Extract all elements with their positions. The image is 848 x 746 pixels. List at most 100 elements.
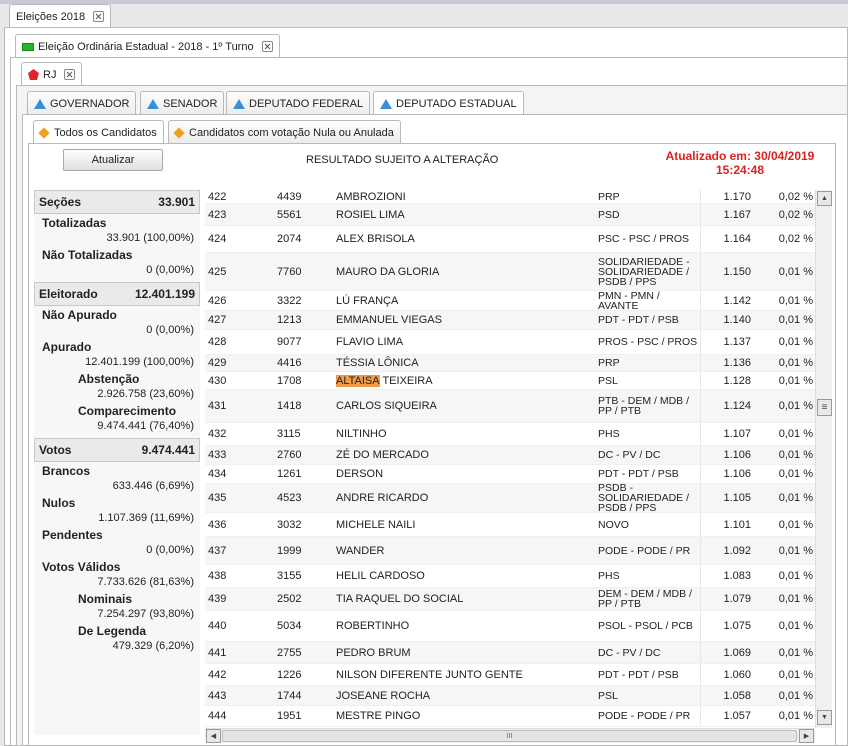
nao-apurado-value: 0 (0,00%)	[146, 324, 194, 336]
table-row[interactable]: 440 5034 ROBERTINHO PSOL - PSOL / PCB 1.075 0…	[205, 611, 815, 642]
tab-senador[interactable]: SENADOR	[140, 91, 225, 115]
candidate-votes: 1.150	[700, 253, 754, 290]
table-row[interactable]: 425 7760 MAURO DA GLORIA SOLIDARIEDADE - SO…	[205, 253, 815, 291]
candidate-votes: 1.137	[700, 330, 754, 354]
candidate-votes: 1.142	[700, 291, 754, 310]
totalizadas-value: 33.901 (100,00%)	[106, 232, 194, 244]
candidate-position: 428	[208, 336, 227, 348]
table-row[interactable]: 429 4416 TÉSSIA LÔNICA PRP 1.136 0,01 %	[205, 355, 815, 372]
table-row[interactable]: 428 9077 FLAVIO LIMA PROS - PSC / PROS 1.137…	[205, 330, 815, 355]
candidate-name: ANDRE RICARDO	[336, 492, 429, 504]
triangle-icon	[380, 98, 392, 109]
eleitorado-value: 12.401.199	[134, 287, 195, 301]
tab-deputado-estadual[interactable]: DEPUTADO ESTADUAL	[373, 91, 524, 115]
candidate-name: TIA RAQUEL DO SOCIAL	[336, 593, 464, 605]
table-row[interactable]: 435 4523 ANDRE RICARDO PSDB - SOLIDARIEDADE…	[205, 483, 815, 513]
candidate-position: 439	[208, 593, 227, 605]
candidate-name: NILSON DIFERENTE JUNTO GENTE	[336, 668, 523, 681]
table-row[interactable]: 430 1708 ALTAISA TEIXEIRA PSL 1.128 0,01 %	[205, 372, 815, 390]
candidate-percent: 0,01 %	[778, 314, 813, 326]
candidate-position: 444	[208, 710, 227, 722]
candidate-number: 9077	[277, 336, 302, 348]
table-row[interactable]: 432 3115 NILTINHO PHS 1.107 0,01 %	[205, 423, 815, 446]
candidate-name: ROBERTINHO	[336, 620, 410, 632]
horizontal-scroll-thumb[interactable]: III	[222, 730, 797, 742]
candidate-name: TÉSSIA LÔNICA	[336, 357, 419, 369]
candidate-percent: 0,01 %	[778, 294, 813, 307]
table-row[interactable]: 427 1213 EMMANUEL VIEGAS PDT - PDT / PSB 1.1…	[205, 311, 815, 330]
scroll-right-icon[interactable]: ▶	[799, 729, 814, 743]
candidate-number: 1951	[277, 710, 302, 722]
updated-time: 15:24:48	[715, 163, 765, 177]
table-row[interactable]: 438 3155 HELIL CARDOSO PHS 1.083 0,01 %	[205, 565, 815, 588]
close-icon[interactable]	[64, 69, 76, 80]
candidate-percent: 0,01 %	[778, 336, 813, 348]
candidate-votes: 1.106	[700, 465, 754, 483]
candidate-percent: 0,01 %	[778, 518, 813, 531]
candidate-name: FLAVIO LIMA	[336, 336, 404, 348]
scroll-thumb[interactable]: ≡	[817, 399, 832, 416]
table-row[interactable]: 436 3032 MICHELE NAILI NOVO 1.101 0,01 %	[205, 513, 815, 537]
tab-todos-candidatos[interactable]: Todos os Candidatos	[33, 120, 164, 144]
table-row[interactable]: 442 1226 NILSON DIFERENTE JUNTO GENTE PDT -…	[205, 664, 815, 686]
window-top-strip	[0, 0, 848, 4]
candidate-number: 1213	[277, 314, 302, 326]
table-row[interactable]: 426 3322 LÚ FRANÇA PMN - PMN / AVANTE 1.142 0…	[205, 290, 815, 311]
tab-eleicoes-2018[interactable]: Eleições 2018	[9, 4, 112, 28]
pendentes-label: Pendentes	[42, 528, 103, 542]
totalizadas-label: Totalizadas	[42, 216, 107, 230]
refresh-button[interactable]: Atualizar	[63, 149, 163, 171]
table-row[interactable]: 439 2502 TIA RAQUEL DO SOCIAL DEM - DEM / M…	[205, 588, 815, 611]
tab-election[interactable]: Eleição Ordinária Estadual - 2018 - 1º T…	[15, 34, 280, 58]
results-grid[interactable]: 422 4439 AMBROZIONI PRP 1.170 0,02 % 423 5561 RO…	[205, 190, 815, 728]
candidate-party: PDT - PDT / PSB	[598, 314, 679, 326]
table-row[interactable]: 444 1951 MESTRE PINGO PODE - PODE / PR 1.057…	[205, 706, 815, 727]
table-row[interactable]: 437 1999 WANDER PODE - PODE / PR 1.092 0,01 %	[205, 537, 815, 565]
candidate-party: PRP	[598, 190, 620, 203]
candidate-votes: 1.069	[700, 642, 754, 663]
tab-candidatos-nula[interactable]: Candidatos com votação Nula ou Anulada	[168, 120, 401, 144]
scroll-down-icon[interactable]: ▼	[817, 710, 832, 725]
candidate-party: PODE - PODE / PR	[598, 710, 691, 722]
table-row[interactable]: 441 2755 PEDRO BRUM DC - PV / DC 1.069 0,01 %	[205, 642, 815, 664]
tab-deputado-federal[interactable]: DEPUTADO FEDERAL	[226, 91, 371, 115]
close-icon[interactable]	[261, 41, 273, 52]
table-row[interactable]: 443 1744 JOSEANE ROCHA PSL 1.058 0,01 %	[205, 686, 815, 706]
candidate-votes: 1.106	[700, 446, 754, 464]
pendentes-value: 0 (0,00%)	[146, 544, 194, 556]
close-icon[interactable]	[93, 11, 105, 22]
tab-eleicoes-2018-label: Eleições 2018	[16, 10, 86, 23]
table-row[interactable]: 434 1261 DERSON PDT - PDT / PSB 1.106 0,01 %	[205, 465, 815, 484]
tab-state-rj[interactable]: RJ	[21, 62, 83, 86]
candidate-position: 436	[208, 518, 227, 531]
candidate-votes: 1.136	[700, 355, 754, 371]
table-row[interactable]: 422 4439 AMBROZIONI PRP 1.170 0,02 %	[205, 190, 815, 204]
triangle-icon	[233, 98, 245, 109]
table-row[interactable]: 423 5561 ROSIEL LIMA PSD 1.167 0,02 %	[205, 204, 815, 226]
result-notice: RESULTADO SUJEITO A ALTERAÇÃO	[306, 154, 499, 166]
candidate-name: HELIL CARDOSO	[336, 570, 425, 582]
table-row[interactable]: 431 1418 CARLOS SIQUEIRA PTB - DEM / MDB / …	[205, 390, 815, 423]
candidate-percent: 0,01 %	[778, 374, 813, 387]
candidate-number: 3322	[277, 294, 302, 307]
candidate-number: 4439	[277, 190, 302, 203]
table-row[interactable]: 433 2760 ZÉ DO MERCADO DC - PV / DC 1.106 0,0…	[205, 446, 815, 465]
candidate-name: ALEX BRISOLA	[336, 233, 415, 245]
candidate-votes: 1.107	[700, 423, 754, 445]
candidate-position: 441	[208, 646, 227, 659]
votos-value: 9.474.441	[141, 443, 195, 457]
vertical-scrollbar[interactable]: ▲ ≡ ▼	[815, 190, 832, 728]
tab-governador[interactable]: GOVERNADOR	[27, 91, 137, 115]
scroll-up-icon[interactable]: ▲	[817, 191, 832, 206]
table-row[interactable]: 424 2074 ALEX BRISOLA PSC - PSC / PROS 1.164…	[205, 226, 815, 253]
horizontal-scrollbar[interactable]: ◀ III ▶	[205, 728, 815, 743]
candidate-party: PODE - PODE / PR	[598, 544, 691, 557]
tab-governador-label: GOVERNADOR	[50, 97, 130, 110]
candidate-percent: 0,02 %	[778, 208, 813, 221]
candidate-name: MAURO DA GLORIA	[336, 265, 440, 278]
candidate-number: 3115	[277, 428, 301, 440]
scroll-left-icon[interactable]: ◀	[206, 729, 221, 743]
candidate-votes: 1.124	[700, 390, 754, 422]
tab-election-label: Eleição Ordinária Estadual - 2018 - 1º T…	[38, 40, 254, 53]
secoes-header: Seções 33.901	[34, 190, 200, 214]
